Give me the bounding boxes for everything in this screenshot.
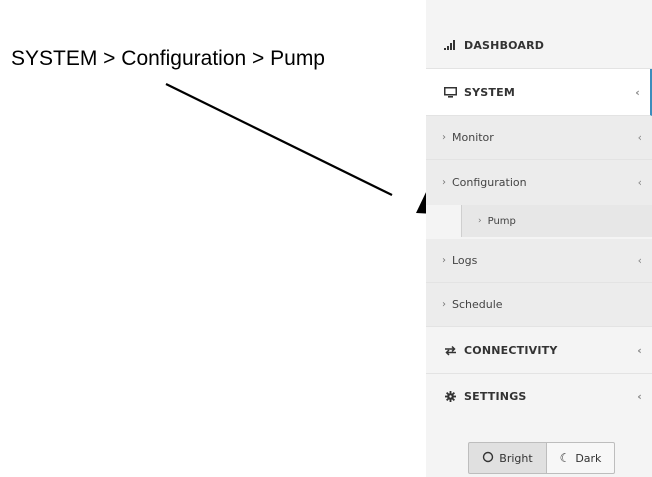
gear-icon [443,390,457,402]
annotation-label: SYSTEM > Configuration > Pump [11,47,325,70]
sidebar-item-settings[interactable]: SETTINGS ‹ [426,374,652,418]
chevron-left-icon: ‹ [637,131,642,144]
sync-icon [443,345,457,356]
sidebar-item-label: SETTINGS [464,389,527,403]
sidebar-item-label: DASHBOARD [464,38,545,52]
moon-icon: ☾ [559,451,571,465]
sidebar-item-label: Logs [452,254,478,267]
chevron-left-icon: ‹ [637,176,642,189]
dark-theme-button[interactable]: ☾ Dark [547,442,615,474]
bright-label: Bright [499,451,533,465]
sidebar-item-label: Schedule [452,298,503,311]
sun-icon [482,451,494,466]
chevron-left-icon: ‹ [635,85,640,99]
caret-right-icon: › [442,299,446,310]
sidebar-item-pump[interactable]: › Pump [461,205,652,237]
sidebar-item-label: Configuration [452,176,527,189]
sidebar-item-monitor[interactable]: › Monitor ‹ [426,116,652,160]
sidebar-item-label: CONNECTIVITY [464,343,558,357]
caret-right-icon: › [442,255,446,266]
caret-right-icon: › [442,132,446,143]
sidebar-item-label: Monitor [452,131,494,144]
chevron-left-icon: ‹ [637,343,642,357]
theme-toggle: Bright ☾ Dark [468,442,615,474]
sidebar-item-dashboard[interactable]: DASHBOARD [426,22,652,69]
monitor-icon [443,86,457,98]
dark-label: Dark [575,451,602,465]
sidebar-item-label: Pump [487,215,516,227]
sidebar-item-logs[interactable]: › Logs ‹ [426,239,652,283]
sidebar: DASHBOARD SYSTEM ‹ › Monitor ‹ › Configu… [426,0,652,477]
sidebar-item-system[interactable]: SYSTEM ‹ [426,69,652,116]
bar-chart-icon [443,40,457,50]
caret-right-icon: › [478,216,482,226]
sidebar-item-schedule[interactable]: › Schedule [426,283,652,327]
chevron-left-icon: ‹ [637,389,642,403]
chevron-left-icon: ‹ [637,254,642,267]
caret-right-icon: › [442,177,446,188]
sidebar-item-configuration[interactable]: › Configuration ‹ [426,160,652,205]
bright-theme-button[interactable]: Bright [468,442,547,474]
sidebar-item-connectivity[interactable]: CONNECTIVITY ‹ [426,327,652,374]
sidebar-item-label: SYSTEM [464,85,515,99]
